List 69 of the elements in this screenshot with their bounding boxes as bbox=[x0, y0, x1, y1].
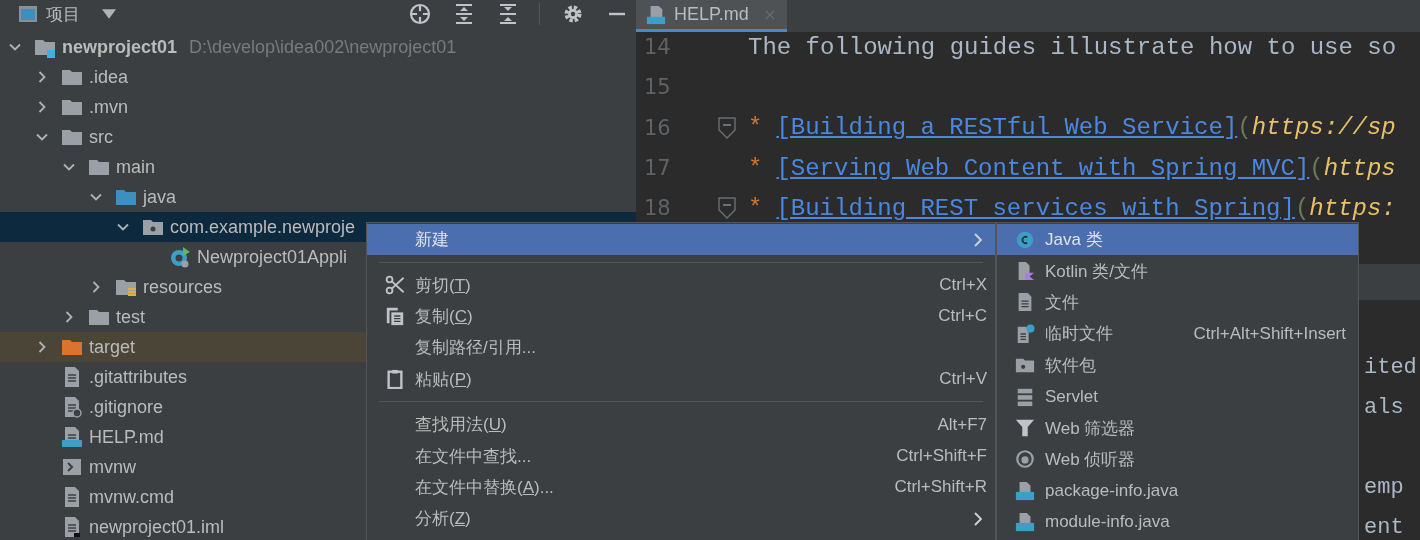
globe-icon bbox=[1015, 449, 1035, 470]
java-file-icon bbox=[1015, 480, 1035, 501]
fold-marker-icon[interactable] bbox=[718, 197, 736, 220]
copy-icon bbox=[385, 306, 405, 327]
locate-icon[interactable] bbox=[409, 3, 431, 25]
menu-item[interactable]: 复制(C) Ctrl+C bbox=[367, 300, 995, 333]
shortcut-text: Ctrl+Shift+R bbox=[894, 477, 987, 498]
line-number: 14 bbox=[643, 35, 672, 60]
shortcut-text: Ctrl+Shift+F bbox=[896, 446, 987, 467]
line-number: 18 bbox=[643, 196, 672, 221]
line-number: 16 bbox=[643, 115, 672, 140]
menu-item[interactable]: Web 筛选器 bbox=[997, 412, 1358, 444]
server-icon bbox=[1015, 386, 1035, 407]
code-text: ited bbox=[1364, 354, 1418, 383]
shortcut-text: Ctrl+C bbox=[938, 306, 987, 327]
line-number: 17 bbox=[643, 156, 672, 181]
menu-item[interactable]: 软件包 bbox=[997, 349, 1358, 381]
shortcut-text: Ctrl+X bbox=[939, 275, 987, 296]
code-text: als bbox=[1364, 394, 1405, 423]
java-file-icon bbox=[1015, 512, 1035, 533]
shortcut-text: Alt+F7 bbox=[937, 414, 987, 435]
menu-item[interactable]: 分析(Z) bbox=[367, 503, 995, 535]
code-line: * [Building a RESTful Web Service](https://sp bbox=[748, 114, 1396, 142]
expand-all-icon[interactable] bbox=[453, 3, 475, 25]
line-number: 15 bbox=[643, 75, 672, 100]
code-text: ent bbox=[1364, 514, 1405, 540]
filter-icon bbox=[1015, 418, 1035, 439]
scissors-icon bbox=[385, 275, 405, 296]
panel-title[interactable]: 项目 bbox=[46, 2, 80, 26]
panel-icon bbox=[18, 4, 38, 24]
menu-item[interactable]: package-info.java bbox=[997, 475, 1358, 507]
scratch-file-icon bbox=[1015, 323, 1035, 344]
tree-item[interactable]: .mvn bbox=[0, 92, 636, 122]
class-icon bbox=[169, 246, 191, 268]
menu-item[interactable]: 查找用法(U) Alt+F7 bbox=[367, 408, 995, 441]
menu-item[interactable]: 在文件中替换(A)... Ctrl+Shift+R bbox=[367, 471, 995, 504]
collapse-all-icon[interactable] bbox=[497, 3, 519, 25]
tree-item[interactable]: main bbox=[0, 152, 636, 182]
menu-item[interactable]: 在文件中查找... Ctrl+Shift+F bbox=[367, 440, 995, 472]
menu-item[interactable]: 剪切(T) Ctrl+X bbox=[367, 269, 995, 301]
code-line: * [Serving Web Content with Spring MVC](https bbox=[748, 154, 1396, 182]
fold-marker-icon[interactable] bbox=[718, 116, 736, 139]
menu-item[interactable]: 文件 bbox=[997, 286, 1358, 319]
shortcut-text: Ctrl+Alt+Shift+Insert bbox=[1193, 323, 1346, 344]
terminal-icon bbox=[61, 456, 83, 478]
menu-item[interactable]: Kotlin 类/文件 bbox=[997, 255, 1358, 287]
code-text: emp bbox=[1364, 474, 1405, 503]
menu-item[interactable]: Java 类 bbox=[997, 224, 1358, 256]
path-text: D:\develop\idea002\newproject01 bbox=[189, 36, 457, 58]
class-icon bbox=[1015, 229, 1035, 250]
menu-item[interactable]: 新建 bbox=[367, 224, 995, 256]
code-line: * [Building REST services with Spring](https: bbox=[748, 194, 1396, 222]
tree-item[interactable]: newproject01 D:\develop\idea002\newproject01 bbox=[0, 32, 636, 62]
menu-item[interactable]: Web 侦听器 bbox=[997, 443, 1358, 476]
markdown-file-icon bbox=[646, 4, 666, 25]
tree-item[interactable]: src bbox=[0, 122, 636, 152]
tree-item[interactable]: .idea bbox=[0, 62, 636, 92]
shortcut-text: Ctrl+V bbox=[939, 369, 987, 390]
markdown-file-icon bbox=[61, 426, 83, 448]
menu-item[interactable]: module-info.java bbox=[997, 506, 1358, 538]
tree-item[interactable]: java bbox=[0, 182, 636, 212]
editor-tab[interactable]: HELP.md bbox=[636, 0, 787, 32]
menu-item[interactable]: 临时文件 Ctrl+Alt+Shift+Insert bbox=[997, 318, 1358, 350]
clipboard-icon bbox=[385, 369, 405, 390]
menu-item[interactable]: 粘贴(P) Ctrl+V bbox=[367, 363, 995, 395]
code-line: The following guides illustrate how to use so bbox=[748, 33, 1397, 61]
settings-icon[interactable] bbox=[562, 3, 584, 25]
menu-item[interactable]: Servlet bbox=[997, 380, 1358, 413]
dropdown-caret-icon[interactable] bbox=[102, 9, 116, 19]
